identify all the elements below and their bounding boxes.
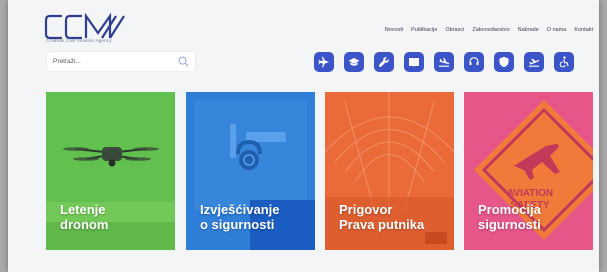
nav-item-zakonodavstvo[interactable]: Zakonodavstvo (472, 27, 509, 33)
tile-label-passenger-rights: Prigovor Prava putnika (339, 202, 425, 232)
quick-link-education[interactable] (344, 52, 364, 72)
quick-links (314, 52, 574, 72)
tile-label-safety-reporting: Izvješćivanje o sigurnosti (200, 202, 280, 232)
search-box (47, 52, 195, 71)
search-input[interactable] (53, 55, 173, 68)
site-header: Croatian Civil Aviation Agency Novosti P… (8, 0, 599, 86)
plane-departure-icon (529, 58, 540, 67)
sign-text-line-1: AVIATION (507, 188, 553, 199)
nav-item-publikacije[interactable]: Publikacije (411, 27, 437, 33)
logo-tagline: Croatian Civil Aviation Agency (46, 38, 112, 43)
quick-link-accessibility[interactable] (554, 52, 574, 72)
tile-safety-promotion[interactable]: AVIATION SAFETY Promocija sigurnosti (464, 92, 593, 250)
search-icon[interactable] (178, 56, 189, 67)
wheelchair-icon (559, 56, 569, 68)
tile-drone-flying[interactable]: Letenje dronom (46, 92, 175, 250)
plane-arrival-icon (439, 57, 450, 67)
shield-icon (499, 56, 509, 68)
headset-icon (469, 57, 479, 65)
tile-passenger-rights[interactable]: Prigovor Prava putnika (325, 92, 454, 250)
quick-link-support[interactable] (464, 52, 484, 72)
tile-label-safety-promotion: Promocija sigurnosti (478, 202, 541, 232)
quick-link-security[interactable] (494, 52, 514, 72)
quick-link-maintenance[interactable] (374, 52, 394, 72)
page-frame: Croatian Civil Aviation Agency Novosti P… (8, 0, 599, 272)
nav-item-obrasci[interactable]: Obrasci (445, 27, 464, 33)
wrench-icon (378, 57, 389, 67)
quick-link-arrivals[interactable] (434, 52, 454, 72)
quick-link-documents[interactable] (404, 52, 424, 72)
quick-link-departures[interactable] (524, 52, 544, 72)
nav-item-nabrade[interactable]: Nabrade (518, 27, 539, 33)
quick-link-plane[interactable] (314, 52, 334, 72)
main-nav: Novosti Publikacije Obrasci Zakonodavstv… (385, 27, 593, 33)
nav-item-o-nama[interactable]: O nama (547, 27, 567, 33)
tile-label-drone-flying: Letenje dronom (60, 202, 109, 232)
tile-safety-reporting[interactable]: Izvješćivanje o sigurnosti (186, 92, 315, 250)
nav-item-kontakt[interactable]: Kontakt (574, 27, 593, 33)
graduation-cap-icon (348, 58, 360, 66)
nav-item-novosti[interactable]: Novosti (385, 27, 403, 33)
book-icon (409, 58, 419, 67)
plane-icon (318, 56, 329, 68)
